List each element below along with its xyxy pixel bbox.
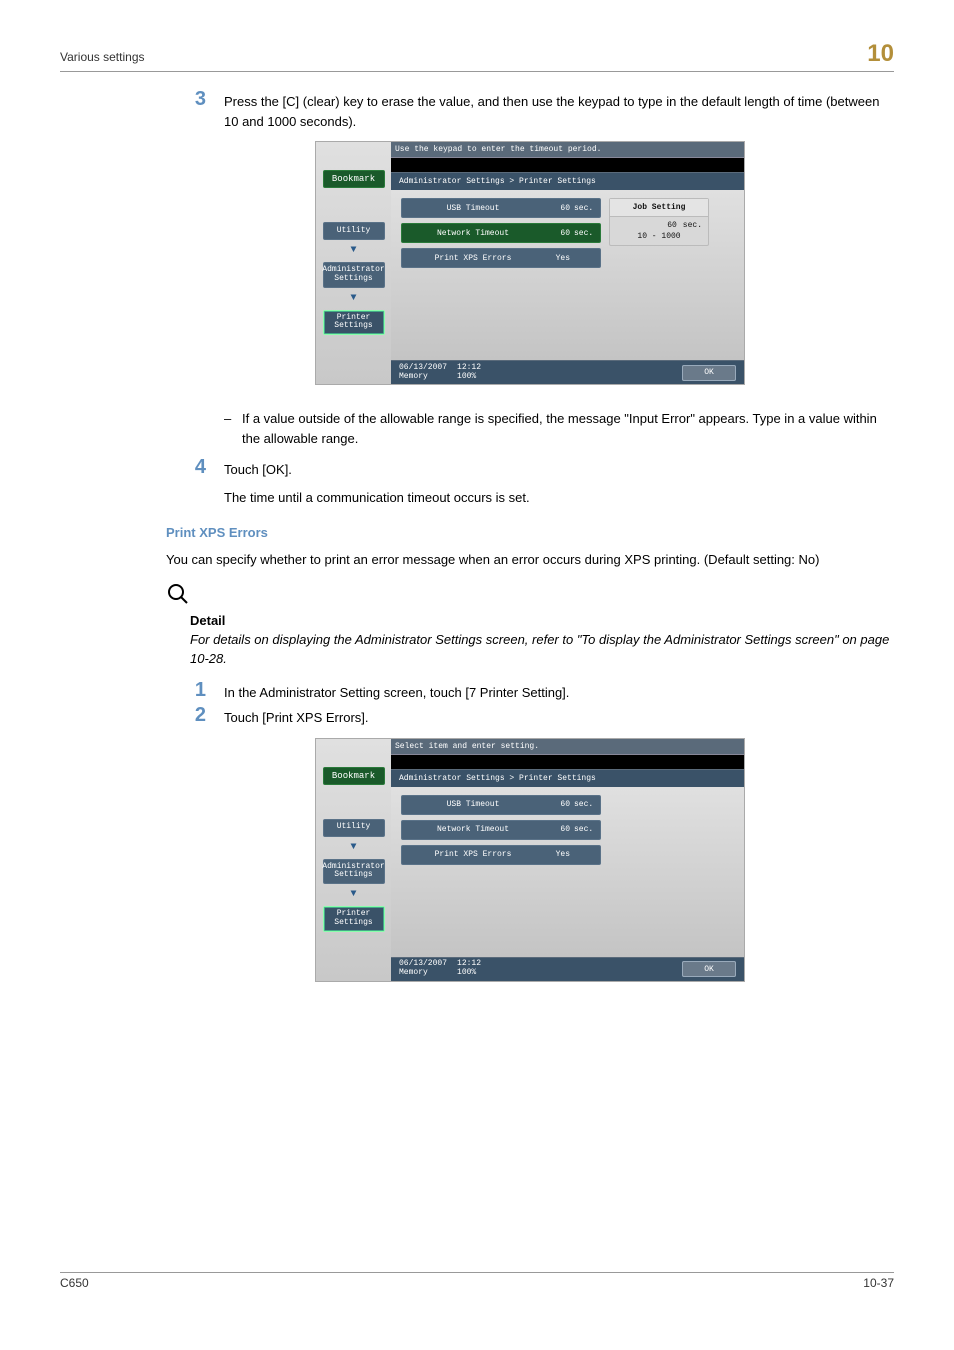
job-setting-title: Job Setting — [610, 199, 708, 217]
step-3-note: If a value outside of the allowable rang… — [242, 409, 894, 448]
chapter-number: 10 — [867, 40, 894, 68]
ok-button[interactable]: OK — [682, 365, 736, 381]
arrow-down-icon: ▼ — [350, 246, 356, 256]
step-1-text: In the Administrator Setting screen, tou… — [224, 683, 894, 703]
step-4-result: The time until a communication timeout o… — [224, 488, 894, 508]
panel-black-bar — [391, 755, 744, 769]
step-number: 4 — [166, 456, 206, 479]
print-xps-errors-value: Yes — [544, 254, 574, 263]
panel-footer: 06/13/2007 Memory 12:12 100% OK — [391, 360, 744, 384]
panel-breadcrumb: Administrator Settings > Printer Setting… — [391, 172, 744, 190]
network-timeout-row[interactable]: Network Timeout 60 sec. — [401, 820, 601, 840]
step-1: 1 In the Administrator Setting screen, t… — [166, 683, 894, 703]
usb-timeout-value: 60 — [544, 800, 574, 809]
print-xps-errors-row[interactable]: Print XPS Errors Yes — [401, 845, 601, 865]
network-timeout-unit: sec. — [574, 825, 600, 834]
panel-sidebar: Bookmark Utility ▼ Administrator Setting… — [316, 142, 391, 384]
network-timeout-row[interactable]: Network Timeout 60 sec. — [401, 223, 601, 243]
panel-breadcrumb: Administrator Settings > Printer Setting… — [391, 769, 744, 787]
usb-timeout-unit: sec. — [574, 800, 600, 809]
print-xps-errors-row[interactable]: Print XPS Errors Yes — [401, 248, 601, 268]
step-4-text: Touch [OK]. — [224, 460, 894, 480]
job-setting-unit: sec. — [683, 221, 702, 230]
printer-settings-button[interactable]: Printer Settings — [323, 906, 385, 932]
usb-timeout-row[interactable]: USB Timeout 60 sec. — [401, 198, 601, 218]
magnifier-icon — [166, 582, 190, 609]
panel-main: Use the keypad to enter the timeout peri… — [391, 142, 744, 384]
usb-timeout-label: USB Timeout — [402, 204, 544, 213]
network-timeout-unit: sec. — [574, 229, 600, 238]
admin-settings-button[interactable]: Administrator Settings — [323, 859, 385, 885]
xps-description: You can specify whether to print an erro… — [166, 550, 894, 570]
usb-timeout-unit: sec. — [574, 204, 600, 213]
page-header: Various settings 10 — [60, 40, 894, 72]
utility-button[interactable]: Utility — [323, 819, 385, 837]
footer-model: C650 — [60, 1276, 89, 1290]
network-timeout-value: 60 — [544, 229, 574, 238]
job-setting-box: Job Setting 60 sec. 10 - 1000 — [609, 198, 709, 246]
panel-memory-label: Memory — [399, 373, 447, 382]
screenshot-panel-timeout: Bookmark Utility ▼ Administrator Setting… — [315, 141, 745, 385]
step-2-text: Touch [Print XPS Errors]. — [224, 708, 894, 728]
bullet-dash: – — [224, 409, 242, 448]
panel-main: Select item and enter setting. Administr… — [391, 739, 744, 981]
network-timeout-label: Network Timeout — [402, 229, 544, 238]
arrow-down-icon: ▼ — [350, 890, 356, 900]
usb-timeout-value: 60 — [544, 204, 574, 213]
job-setting-range: 10 - 1000 — [610, 232, 708, 245]
bookmark-button[interactable]: Bookmark — [323, 170, 385, 188]
header-title: Various settings — [60, 50, 145, 64]
detail-label: Detail — [190, 613, 894, 628]
admin-settings-button[interactable]: Administrator Settings — [323, 262, 385, 288]
step-number: 3 — [166, 88, 206, 111]
footer-page-number: 10-37 — [863, 1276, 894, 1290]
panel-black-bar — [391, 158, 744, 172]
panel-message: Use the keypad to enter the timeout peri… — [391, 142, 744, 158]
panel-footer: 06/13/2007 Memory 12:12 100% OK — [391, 957, 744, 981]
step-2: 2 Touch [Print XPS Errors]. — [166, 708, 894, 728]
printer-settings-button[interactable]: Printer Settings — [323, 310, 385, 336]
section-title-xps: Print XPS Errors — [166, 525, 894, 540]
step-4: 4 Touch [OK]. The time until a communica… — [166, 460, 894, 507]
panel-sidebar: Bookmark Utility ▼ Administrator Setting… — [316, 739, 391, 981]
network-timeout-value: 60 — [544, 825, 574, 834]
print-xps-errors-value: Yes — [544, 850, 574, 859]
screenshot-panel-select: Bookmark Utility ▼ Administrator Setting… — [315, 738, 745, 982]
print-xps-errors-label: Print XPS Errors — [402, 850, 544, 859]
utility-button[interactable]: Utility — [323, 222, 385, 240]
bookmark-button[interactable]: Bookmark — [323, 767, 385, 785]
step-3: 3 Press the [C] (clear) key to erase the… — [166, 92, 894, 131]
page-footer: C650 10-37 — [60, 1272, 894, 1290]
ok-button[interactable]: OK — [682, 961, 736, 977]
job-setting-value: 60 — [667, 221, 677, 230]
step-number: 1 — [166, 679, 206, 702]
usb-timeout-label: USB Timeout — [402, 800, 544, 809]
step-text: Press the [C] (clear) key to erase the v… — [224, 92, 894, 131]
panel-memory-pct: 100% — [457, 969, 481, 978]
step-number: 2 — [166, 704, 206, 727]
detail-text: For details on displaying the Administra… — [190, 630, 894, 669]
panel-message: Select item and enter setting. — [391, 739, 744, 755]
panel-memory-label: Memory — [399, 969, 447, 978]
arrow-down-icon: ▼ — [350, 294, 356, 304]
print-xps-errors-label: Print XPS Errors — [402, 254, 544, 263]
usb-timeout-row[interactable]: USB Timeout 60 sec. — [401, 795, 601, 815]
network-timeout-label: Network Timeout — [402, 825, 544, 834]
panel-memory-pct: 100% — [457, 373, 481, 382]
arrow-down-icon: ▼ — [350, 843, 356, 853]
